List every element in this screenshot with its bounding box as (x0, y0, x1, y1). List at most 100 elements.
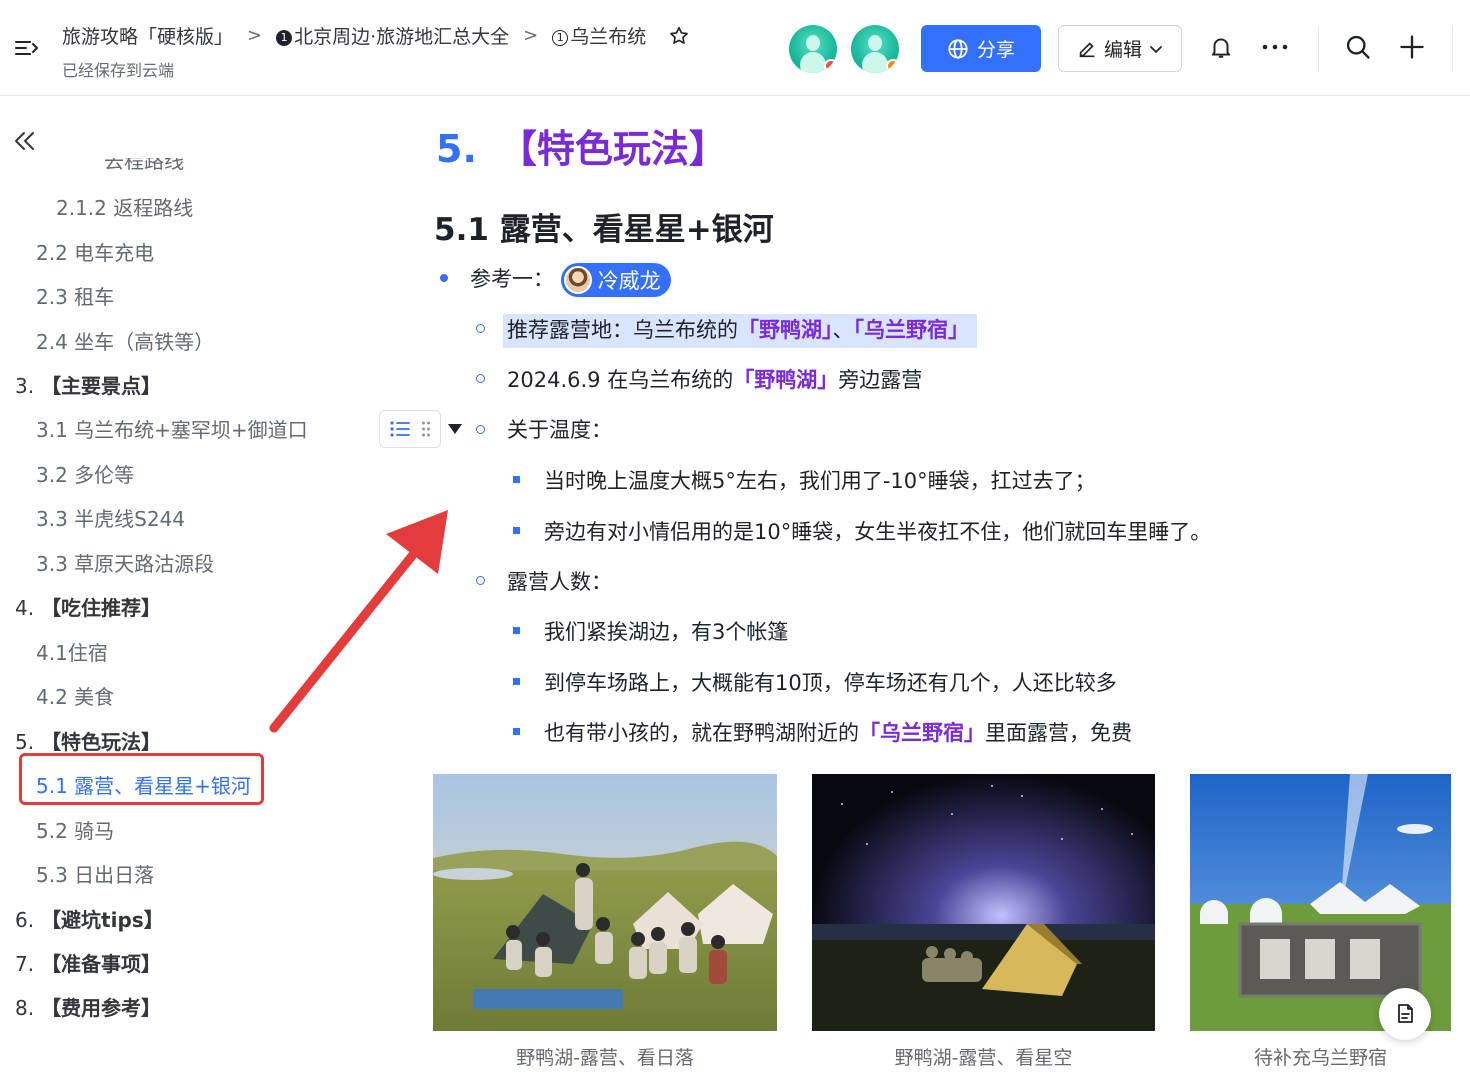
toc-item[interactable]: 3.2 多伦等 (36, 459, 134, 488)
keyword: 「野鸭湖」 (733, 368, 839, 392)
breadcrumb-item-beijing[interactable]: 1 北京周边·旅游地汇总大全 (276, 22, 509, 49)
toc-section[interactable]: 7. 【准备事项】 (15, 948, 161, 977)
edit-label: 编辑 (1103, 39, 1142, 61)
divider (1452, 26, 1453, 72)
menu-toggle-icon[interactable] (14, 36, 40, 60)
edit-mode-button[interactable]: 编辑 (1058, 25, 1182, 72)
toc-number: 6. (15, 908, 35, 932)
toc-item[interactable]: 5.2 骑马 (36, 815, 114, 844)
toc-item[interactable]: 3.1 乌兰布统+塞罕坝+御道口 (36, 414, 308, 443)
bullet-square (513, 728, 520, 735)
photo-starry-night[interactable] (812, 774, 1155, 1031)
keyword: 「野鸭湖」 (738, 318, 833, 342)
toc-number: 5. (15, 730, 35, 754)
photo-caption: 待补充乌兰野宿 (1253, 1047, 1387, 1069)
drag-handle-icon[interactable] (421, 420, 431, 438)
breadcrumb-item-wulanbutong[interactable]: 1 乌兰布统 (552, 22, 646, 49)
toc-section-label: 【特色玩法】 (41, 730, 162, 754)
toc-section[interactable]: 8. 【费用参考】 (15, 992, 161, 1021)
search-icon (1346, 35, 1370, 59)
top-bar: 旅游攻略「硬核版」 > 1 北京周边·旅游地汇总大全 > 1 乌兰布统 已经保存到云… (0, 0, 1470, 96)
collaborator-avatar[interactable] (789, 25, 837, 73)
toc-item[interactable]: 3.3 草原天路沽源段 (36, 548, 214, 577)
breadcrumb-item-guide[interactable]: 旅游攻略「硬核版」 (62, 22, 233, 49)
toc-section-label: 【吃住推荐】 (41, 596, 162, 620)
toc-section[interactable]: 5. 【特色玩法】 (15, 726, 161, 755)
create-button[interactable] (1397, 32, 1427, 62)
bullet-ring (476, 324, 485, 333)
pencil-icon (1079, 42, 1095, 57)
list-item: 推荐露营地：乌兰布统的「野鸭湖」、「乌兰野宿」 (503, 314, 977, 348)
divider (1318, 26, 1319, 72)
bullet-square (513, 678, 520, 685)
bullet-square (513, 476, 520, 483)
text: 推荐露营地：乌兰布统的 (507, 318, 738, 342)
section-heading: 5. 【特色玩法】 (436, 118, 727, 173)
breadcrumb-label: 乌兰布统 (570, 26, 647, 48)
mention-name: 冷威龙 (597, 269, 661, 293)
bullet-dot (440, 274, 448, 282)
toc-item[interactable]: 5.3 日出日落 (36, 859, 154, 888)
bullet-ring (476, 576, 485, 585)
subsection-heading: 5.1 露营、看星星+银河 (434, 212, 774, 248)
star-icon[interactable] (668, 25, 690, 47)
toc-item-active[interactable]: 5.1 露营、看星星+银河 (36, 770, 251, 799)
chevron-right-icon: > (523, 25, 539, 46)
list-item: 2024.6.9 在乌兰布统的「野鸭湖」旁边露营 (507, 364, 922, 394)
floating-doc-button[interactable] (1379, 988, 1431, 1040)
text: 、 (832, 318, 854, 342)
toc-item-clipped: 去程路线 (104, 158, 184, 172)
list-icon (390, 421, 411, 437)
photo-sunset-camping[interactable] (433, 774, 777, 1031)
bullet-square (513, 527, 520, 534)
number-badge: 1 (276, 29, 293, 46)
toc-section[interactable]: 4. 【吃住推荐】 (15, 592, 161, 621)
photo-caption: 野鸭湖-露营、看日落 (516, 1047, 694, 1069)
reference-label: 参考一： (470, 267, 554, 291)
notification-button[interactable] (1206, 32, 1236, 62)
list-item: 关于温度： (507, 418, 612, 442)
photo-caption: 野鸭湖-露营、看星空 (894, 1047, 1073, 1069)
toc-item[interactable]: 3.3 半虎线S244 (36, 503, 185, 532)
list-item: 也有带小孩的，就在野鸭湖附近的「乌兰野宿」里面露营，免费 (544, 717, 1132, 747)
save-status: 已经保存到云端 (62, 61, 175, 80)
toc-number: 3. (15, 374, 35, 398)
globe-icon (948, 38, 968, 59)
toc-item[interactable]: 2.4 坐车（高铁等） (36, 326, 214, 355)
toc-item[interactable]: 2.2 电车充电 (36, 237, 154, 266)
bullet-ring (476, 374, 485, 383)
text: 也有带小孩的，就在野鸭湖附近的 (544, 721, 859, 745)
list-item: 当时晚上温度大概5°左右，我们用了-10°睡袋，扛过去了； (544, 469, 1096, 493)
share-label: 分享 (976, 39, 1015, 61)
keyword: 「乌兰野宿」 (853, 318, 970, 342)
block-toolbar[interactable] (379, 410, 441, 448)
toc-number: 4. (15, 596, 35, 620)
user-mention-chip[interactable]: 冷威龙 (560, 263, 671, 297)
toc-item[interactable]: 2.3 租车 (36, 281, 114, 310)
toc-section[interactable]: 6. 【避坑tips】 (15, 904, 164, 933)
toc-item[interactable]: 4.1住宿 (36, 637, 108, 666)
list-item: 我们紧挨湖边，有3个帐篷 (544, 620, 789, 644)
search-button[interactable] (1343, 32, 1373, 62)
toc-section[interactable]: 3. 【主要景点】 (15, 370, 161, 399)
toc-item[interactable]: 4.2 美食 (36, 681, 114, 710)
toc-item[interactable]: 2.1.2 返程路线 (56, 192, 193, 221)
share-button[interactable]: 分享 (921, 25, 1041, 72)
collaborator-avatar[interactable] (851, 25, 899, 73)
toc-section-label: 【避坑tips】 (41, 908, 164, 932)
plus-icon (1400, 35, 1424, 59)
reference-line: 参考一： 冷威龙 (470, 263, 671, 297)
status-dot (886, 59, 899, 73)
more-dots-icon (1262, 44, 1288, 50)
keyword: 「乌兰野宿」 (859, 721, 985, 745)
status-dot (824, 59, 837, 73)
bell-icon (1211, 38, 1231, 58)
list-item: 旁边有对小情侣用的是10°睡袋，女生半夜扛不住，他们就回车里睡了。 (544, 520, 1212, 544)
toc-number: 8. (15, 996, 35, 1020)
more-button[interactable] (1260, 32, 1290, 62)
bullet-square (513, 627, 520, 634)
list-item: 露营人数： (507, 570, 612, 594)
toc-section-label: 【主要景点】 (41, 374, 162, 398)
list-item: 到停车场路上，大概能有10顶，停车场还有几个，人还比较多 (544, 671, 1117, 695)
collapse-triangle-icon[interactable] (448, 424, 462, 434)
